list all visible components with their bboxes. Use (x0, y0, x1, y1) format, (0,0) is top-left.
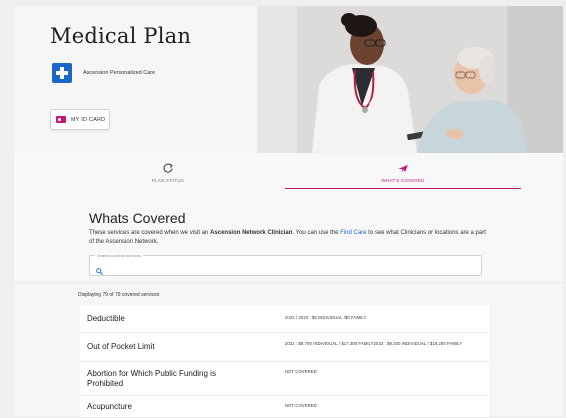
service-value: 2022 / 2023 : $0 INDIVIDUAL /$0 FAMILY (285, 315, 367, 320)
page-title: Medical Plan (50, 24, 192, 48)
service-name: Deductible (87, 314, 125, 323)
table-row[interactable]: Out of Pocket Limit 2022 : $8,700 INDIVI… (80, 333, 489, 362)
search-legend: Search covered services (95, 253, 143, 258)
desc-bold: Ascension Network Clinician (210, 230, 293, 236)
table-row[interactable]: Abortion for Which Public Funding is Pro… (80, 362, 489, 396)
results-panel: Displaying 79 of 79 covered services Ded… (14, 284, 563, 418)
tab-whats-covered-label: WHAT'S COVERED (381, 178, 425, 183)
hero-photo (257, 6, 563, 153)
service-value: NOT COVERED (285, 403, 317, 408)
plane-icon (397, 161, 409, 173)
results-count: Displaying 79 of 79 covered services (78, 292, 160, 298)
table-row[interactable]: Deductible 2022 / 2023 : $0 INDIVIDUAL /… (80, 305, 489, 333)
hero-banner: Medical Plan Ascension Personalized Care… (14, 6, 563, 153)
covered-panel: PLAN STATUS WHAT'S COVERED Whats Covered… (14, 153, 563, 281)
find-care-link[interactable]: Find Care (340, 230, 366, 236)
coverage-table: Deductible 2022 / 2023 : $0 INDIVIDUAL /… (80, 305, 489, 418)
search-icon (96, 262, 103, 275)
ascension-logo-icon (52, 63, 72, 83)
service-value: 2022 : $8,700 INDIVIDUAL / $17,400 FAMIL… (285, 341, 463, 346)
my-id-card-button[interactable]: MY ID CARD (50, 109, 110, 130)
search-field[interactable]: Search covered services (89, 253, 482, 276)
brand-name: Ascension Personalized Care (83, 70, 156, 76)
desc-text-2: . You can use the (292, 230, 341, 236)
brand: Ascension Personalized Care (52, 63, 155, 83)
tab-plan-status[interactable]: PLAN STATUS (50, 161, 286, 189)
section-description: These services are covered when we visit… (89, 229, 489, 246)
table-row[interactable]: Acupuncture NOT COVERED (80, 396, 489, 418)
service-value: NOT COVERED (285, 369, 317, 374)
tab-whats-covered[interactable]: WHAT'S COVERED (285, 161, 521, 189)
my-id-card-label: MY ID CARD (71, 116, 106, 123)
desc-text-1: These services are covered when we visit… (89, 230, 211, 236)
service-name: Acupuncture (87, 402, 132, 411)
service-name: Out of Pocket Limit (87, 342, 155, 351)
section-title: Whats Covered (89, 210, 186, 226)
refresh-icon (162, 161, 174, 173)
service-name: Abortion for Which Public Funding is Pro… (87, 369, 216, 388)
tab-plan-status-label: PLAN STATUS (151, 178, 185, 183)
search-input[interactable] (106, 260, 476, 273)
id-card-icon (56, 116, 66, 123)
